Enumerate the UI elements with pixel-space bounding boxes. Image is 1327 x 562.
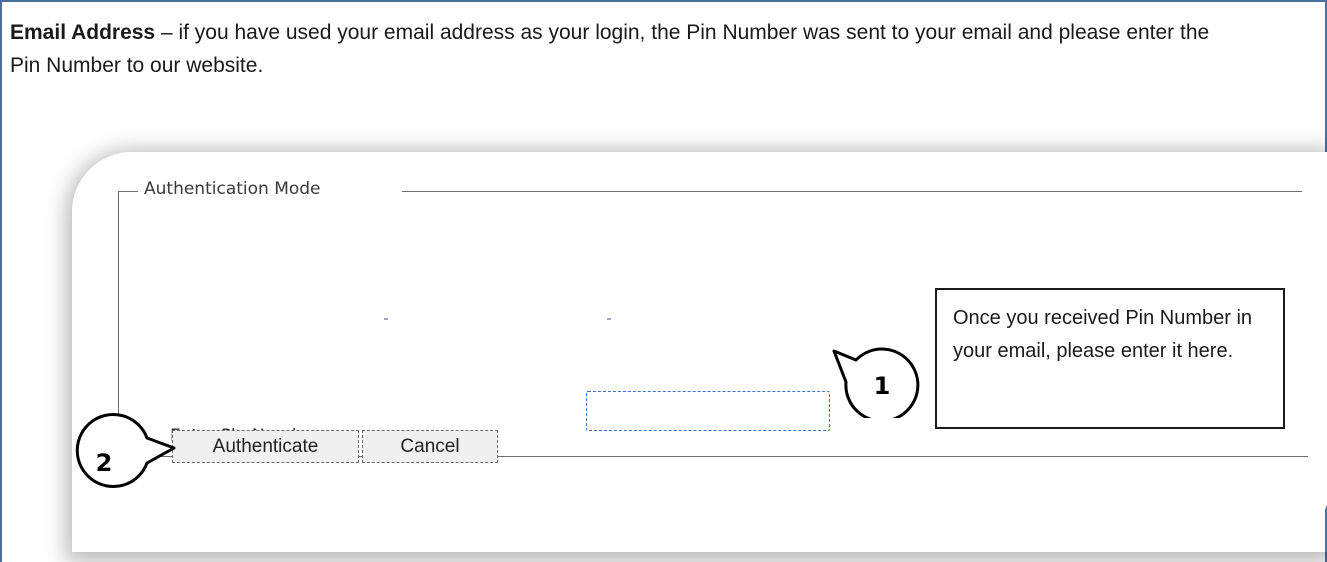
intro-bold-label: Email Address (10, 21, 156, 44)
fieldset-legend: Authentication Mode (144, 179, 321, 199)
pin-number-input[interactable] (586, 391, 830, 431)
authenticate-button[interactable]: Authenticate (172, 430, 359, 463)
callout-2-bubble: 2 (75, 413, 176, 488)
artifact-speck (607, 318, 611, 320)
callout-2-number: 2 (96, 449, 113, 477)
intro-text: – if you have used your email address as… (10, 21, 1210, 77)
fieldset-border-top-left (118, 191, 138, 192)
intro-paragraph: Email Address – if you have used your em… (10, 16, 1210, 82)
document-frame: Email Address – if you have used your em… (0, 0, 1327, 562)
fieldset-border-top-right (402, 191, 1302, 192)
artifact-speck (384, 318, 388, 320)
instruction-note: Once you received Pin Number in your ema… (935, 288, 1285, 429)
callout-1-bubble: 1 (832, 347, 920, 418)
cancel-button[interactable]: Cancel (362, 430, 498, 463)
callout-1-number: 1 (874, 372, 891, 400)
